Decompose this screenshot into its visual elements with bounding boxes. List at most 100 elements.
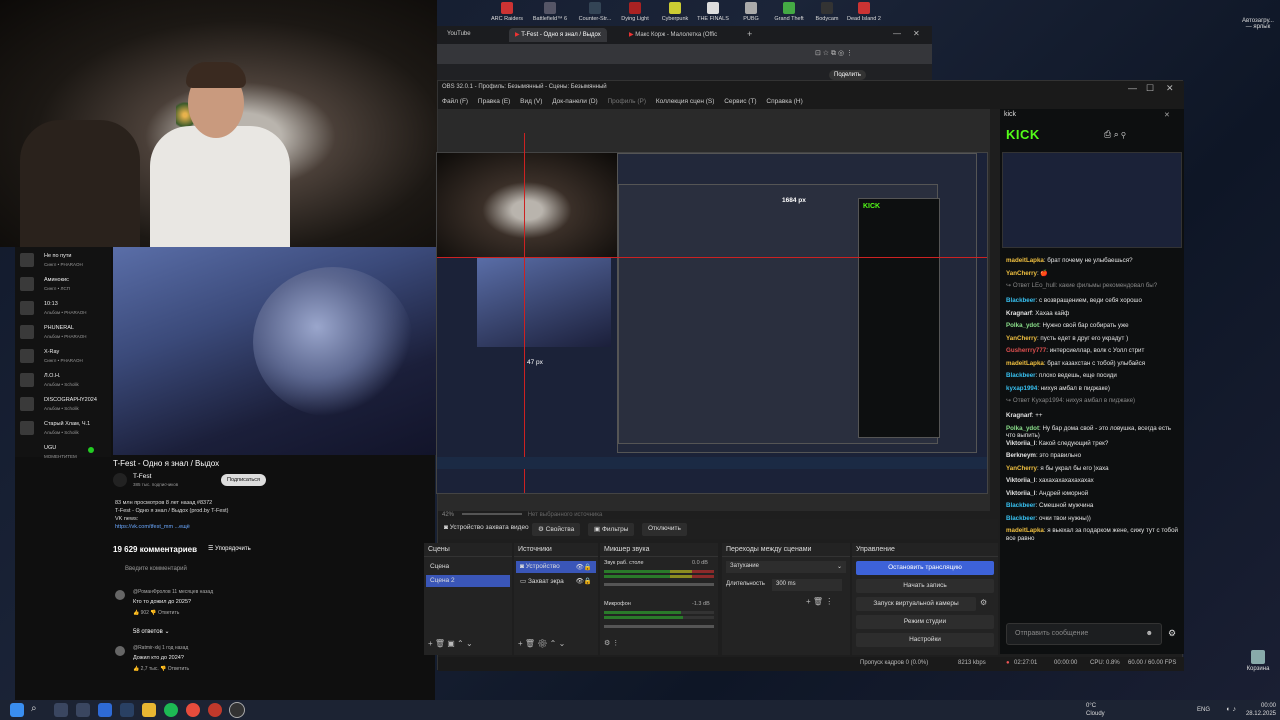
transition-controls[interactable]: + 🗑 ⋮	[806, 597, 833, 606]
volume-slider[interactable]	[604, 583, 714, 586]
tray-icons[interactable]: ◐ ♪	[1216, 706, 1236, 714]
sidebar-item[interactable]: Старый Хлам, Ч.1 Альбом • Scholik	[20, 419, 110, 441]
chat-username[interactable]: Polka_ydot	[1006, 425, 1039, 432]
description-link[interactable]: https://vk.com/tfest_mm ...ещё	[115, 523, 315, 531]
stop-streaming-button[interactable]: Остановить трансляцию	[856, 561, 994, 575]
task-view-icon[interactable]	[54, 703, 68, 717]
chat-username[interactable]: Blackbeer	[1006, 297, 1036, 304]
virtual-camera-button[interactable]: Запуск виртуальной камеры	[856, 597, 976, 611]
desktop-icon-counter-strike[interactable]: Counter-Str...	[576, 2, 614, 22]
channel-avatar[interactable]	[113, 473, 127, 487]
language-indicator[interactable]: ENG	[1190, 706, 1210, 714]
disable-source-button[interactable]: Отключить	[642, 523, 687, 536]
chat-username[interactable]: YanCherry	[1006, 465, 1037, 472]
desktop-icon-pubg[interactable]: PUBG	[732, 2, 770, 22]
start-icon[interactable]	[10, 703, 24, 717]
new-tab-button[interactable]: +	[747, 29, 752, 39]
sidebar-item[interactable]: 10:13 Альбом • PHARAOH	[20, 299, 110, 321]
desktop-icon-dying-light[interactable]: Dying Light	[616, 2, 654, 22]
scene-item-selected[interactable]: Сцена 2	[426, 575, 510, 587]
share-button[interactable]: Поделить	[829, 70, 866, 80]
chat-input[interactable]: Отправить сообщение ☻	[1006, 623, 1162, 645]
desktop-icon-bodycam[interactable]: Bodycam	[808, 2, 846, 22]
desktop-icon-dead-island[interactable]: Dead Island 2	[844, 2, 884, 22]
browser-tab-youtube[interactable]: YouTube	[441, 28, 477, 42]
chat-username[interactable]: Kragnarf	[1006, 412, 1032, 419]
chat-username[interactable]: Viktoriia_l	[1006, 477, 1035, 484]
settings-app-icon[interactable]	[76, 703, 90, 717]
menu-file[interactable]: Файл (F)	[442, 98, 468, 105]
menu-profile[interactable]: Профиль (P)	[608, 98, 647, 105]
replies-toggle[interactable]: 58 ответов ⌄	[133, 628, 169, 635]
start-recording-button[interactable]: Начать запись	[856, 579, 994, 593]
comment-input[interactable]: Введите комментарий	[125, 566, 187, 572]
visibility-icon[interactable]: 👁🔒	[576, 563, 592, 571]
sidebar-item[interactable]: X-Ray Сингл • PHARAOH	[20, 347, 110, 369]
spotify-icon[interactable]	[164, 703, 178, 717]
desktop-icon-battlefield[interactable]: Battlefield™ 6	[526, 2, 574, 22]
youtube-video-player[interactable]	[113, 247, 436, 455]
duration-input[interactable]: 300 ms	[772, 579, 842, 591]
zoom-slider[interactable]	[461, 513, 522, 516]
dislike-icon[interactable]: 👎	[160, 666, 168, 672]
desktop-icon-gta[interactable]: Grand Theft	[770, 2, 808, 22]
chat-username[interactable]: Viktoriia_l	[1006, 490, 1035, 497]
chat-username[interactable]: madeitLapka	[1006, 257, 1044, 264]
chat-username[interactable]: YanCherry	[1006, 270, 1037, 277]
chat-username[interactable]: madeitLapka	[1006, 360, 1044, 367]
obs-icon[interactable]	[229, 702, 245, 718]
sidebar-user[interactable]: UGU МОМЕНТИТЕМ	[20, 443, 110, 465]
channel-name[interactable]: T-Fest	[133, 473, 151, 480]
menu-scene-collection[interactable]: Коллекция сцен (S)	[656, 98, 715, 105]
window-close-button[interactable]: ✕	[1166, 83, 1174, 94]
mixer-controls[interactable]: ⚙ ⋮	[604, 639, 619, 647]
chat-username[interactable]: YanCherry	[1006, 335, 1037, 342]
recycle-bin-icon[interactable]: Корзина	[1240, 650, 1276, 672]
window-maximize-button[interactable]: ☐	[1146, 83, 1154, 94]
steam-icon[interactable]	[120, 703, 134, 717]
scene-controls[interactable]: + 🗑 ▣ ⌃ ⌄	[428, 639, 473, 648]
chrome-icon[interactable]	[186, 703, 200, 717]
chat-username[interactable]: Polka_ydot	[1006, 322, 1039, 329]
transition-select[interactable]: Затухание ⌄	[726, 561, 846, 573]
like-icon[interactable]: 👍	[133, 666, 141, 672]
desktop-icon-the-finals[interactable]: THE FINALS	[694, 2, 732, 22]
chat-username[interactable]: Kragnarf	[1006, 310, 1032, 317]
close-icon[interactable]: ✕	[1164, 111, 1170, 119]
sidebar-item[interactable]: DISCOGRAPHY2024 Альбом • Scholik	[20, 395, 110, 417]
video-description[interactable]: 83 млн просмотров 8 лет назад #8372 T-Fe…	[115, 499, 315, 531]
like-icon[interactable]: 👍	[133, 610, 141, 616]
reply-button[interactable]: Ответить	[158, 610, 179, 616]
chat-username[interactable]: Gusherrry777	[1006, 347, 1046, 354]
window-close-button[interactable]: ✕	[913, 29, 920, 38]
source-item[interactable]: ▭ Захват экра 👁🔒	[516, 575, 596, 587]
desktop-icon-arc-raiders[interactable]: ARC Raiders	[488, 2, 526, 22]
kick-header-icons[interactable]: ⎙ ⌕ ⚲	[1104, 129, 1126, 140]
clock[interactable]: 00:00 28.12.2025	[1238, 702, 1276, 718]
window-minimize-button[interactable]: —	[1128, 83, 1137, 93]
widgets-icon[interactable]	[98, 703, 112, 717]
menu-edit[interactable]: Правка (E)	[478, 98, 510, 105]
chrome-profile-icon[interactable]	[208, 703, 222, 717]
filters-button[interactable]: ▣ Фильтры	[588, 523, 635, 536]
chat-username[interactable]: kyxap1994	[1006, 385, 1037, 392]
extensions-icons[interactable]: ⊡ ☆ ⧉ ◎ ⋮	[815, 49, 853, 58]
obs-preview[interactable]: KICK 1684 px 47 px	[436, 109, 990, 511]
chat-username[interactable]: Blackbeer	[1006, 515, 1036, 522]
visibility-icon[interactable]: 👁🔒	[576, 577, 592, 585]
menu-tools[interactable]: Сервис (T)	[724, 98, 756, 105]
file-explorer-icon[interactable]	[142, 703, 156, 717]
properties-button[interactable]: ⚙ Свойства	[532, 523, 581, 536]
menu-view[interactable]: Вид (V)	[520, 98, 542, 105]
search-icon[interactable]: ⌕	[31, 703, 45, 717]
sort-button[interactable]: ☰ Упорядочить	[208, 545, 251, 552]
menu-docks[interactable]: Док-панели (D)	[552, 98, 597, 105]
gear-icon[interactable]: ⚙	[980, 598, 987, 607]
browser-tab-tfest[interactable]: ▶ T-Fest - Одно я знал / Выдох	[509, 28, 607, 42]
comment-author[interactable]: @Ratmir-xkj 1 год назад	[133, 645, 188, 651]
gear-icon[interactable]: ⚙	[1168, 628, 1176, 639]
volume-slider[interactable]	[604, 625, 714, 628]
sidebar-item[interactable]: Не по пути Сингл • PHARAOH	[20, 251, 110, 273]
subscribe-button[interactable]: Подписаться	[221, 474, 266, 486]
sidebar-item[interactable]: PHUNERAL Альбом • PHARAOH	[20, 323, 110, 345]
